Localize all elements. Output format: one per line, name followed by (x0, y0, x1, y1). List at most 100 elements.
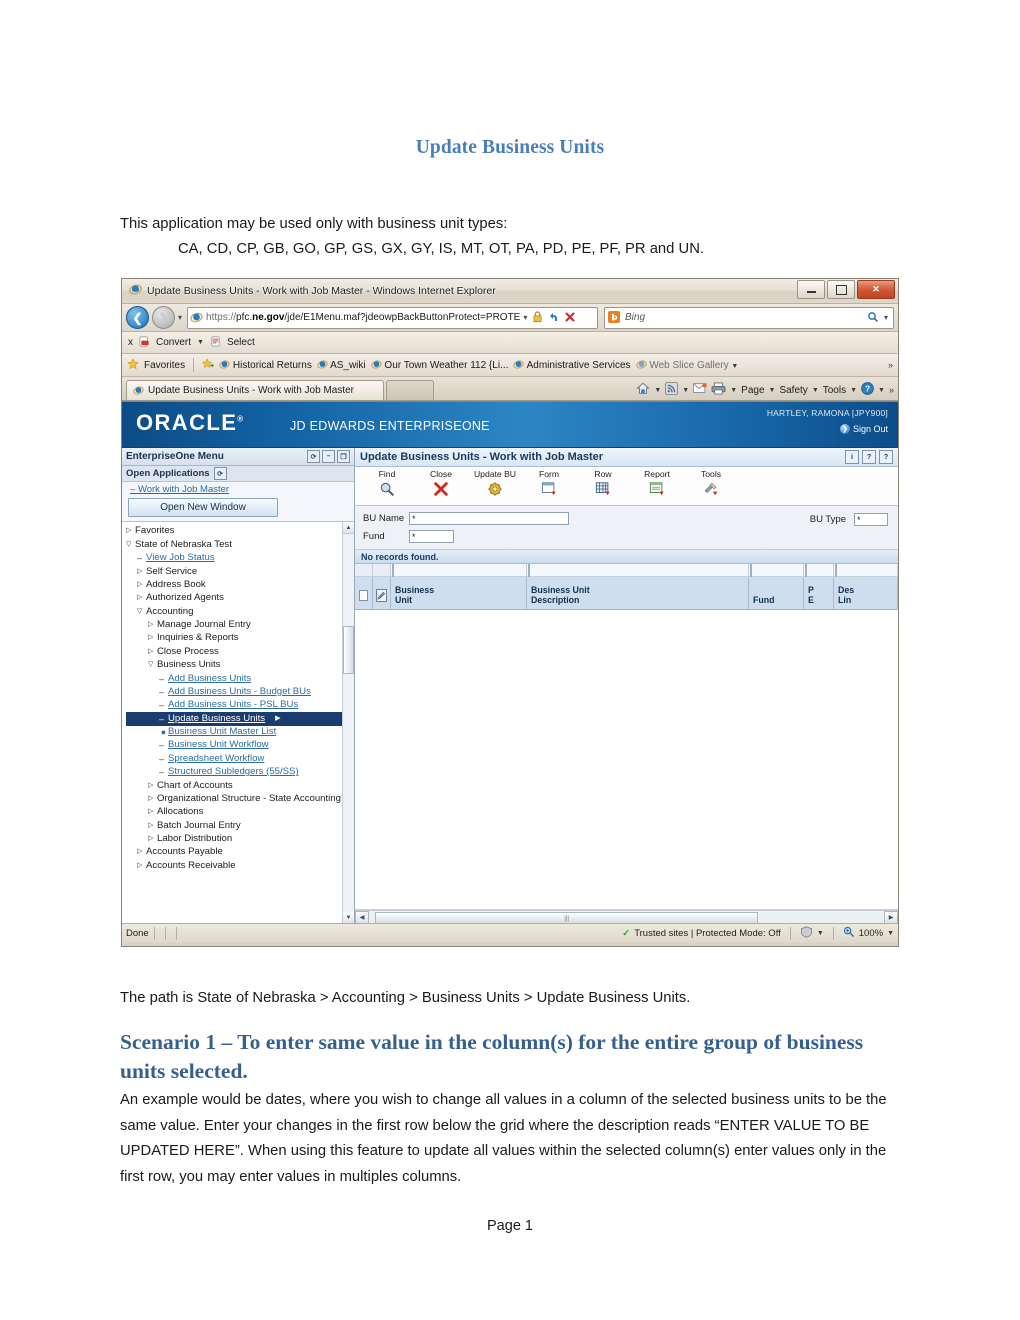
menu-tree-item[interactable]: ▷ Labor Distribution (126, 833, 354, 846)
select-all-checkbox[interactable] (355, 577, 373, 609)
menu-tree-item[interactable]: – Spreadsheet Workflow (126, 752, 354, 765)
add-to-favorites-icon[interactable] (202, 357, 215, 373)
zoom-icon[interactable] (843, 926, 855, 941)
context-help-icon[interactable]: ? (879, 450, 893, 464)
stop-loading-icon[interactable] (564, 311, 577, 324)
toolbar-close-icon[interactable]: x (128, 337, 133, 348)
submenu-arrow-icon[interactable]: ▶ (275, 713, 280, 726)
menu-tree-item[interactable]: ▷ Authorized Agents (126, 592, 354, 605)
search-icon[interactable] (867, 311, 880, 324)
search-box[interactable]: Bing ▾ (604, 306, 894, 329)
home-icon[interactable] (636, 382, 651, 398)
menu-minimize-icon[interactable]: – (322, 450, 335, 463)
address-dropdown-icon[interactable]: ▾ (523, 313, 527, 322)
open-new-window-button[interactable]: Open New Window (128, 498, 278, 517)
scrollbar-thumb[interactable] (343, 626, 354, 674)
column-header-pe[interactable]: P E (804, 577, 834, 609)
bu-type-input[interactable]: * (854, 513, 888, 526)
help-icon[interactable]: ? (861, 382, 874, 398)
forward-button[interactable]: ❯ (152, 306, 175, 329)
menu-tree-item[interactable]: ▽ Accounting (126, 605, 354, 618)
tools-menu-button[interactable]: Tools (685, 469, 737, 497)
menu-tree-item[interactable]: ▷ Inquiries & Reports (126, 632, 354, 645)
grid-scroll-track[interactable]: ||| (369, 912, 884, 923)
print-chevron-icon[interactable]: ▼ (730, 387, 737, 394)
browser-tab[interactable]: Update Business Units - Work with Job Ma… (126, 380, 384, 400)
qbe-business-unit-input[interactable] (392, 564, 394, 577)
mail-icon[interactable] (693, 383, 707, 397)
form-menu-button[interactable]: Form (523, 469, 575, 497)
menu-tree-item[interactable]: ● Business Unit Master List (126, 726, 354, 739)
compatibility-view-icon[interactable] (548, 311, 561, 324)
back-button[interactable]: ❮ (126, 306, 149, 329)
info-icon[interactable]: i (845, 450, 859, 464)
help-icon[interactable]: ? (862, 450, 876, 464)
select-label[interactable]: Select (227, 337, 255, 348)
update-bu-button[interactable]: Update BU (469, 469, 521, 497)
column-header-desc-line[interactable]: Des Lin (834, 577, 898, 609)
grid-scroll-left-icon[interactable]: ◀ (355, 911, 369, 923)
menu-tree-item[interactable]: ▷ Allocations (126, 806, 354, 819)
menu-refresh-icon[interactable]: ⟳ (307, 450, 320, 463)
menu-tree-item[interactable]: – Business Unit Workflow (126, 739, 354, 752)
menu-tree-item[interactable]: ▷ Favorites (126, 525, 354, 538)
menu-tree-item[interactable]: – Add Business Units (126, 672, 354, 685)
web-slice-gallery-item[interactable]: Web Slice Gallery ▼ (635, 359, 738, 371)
favorite-item[interactable]: Historical Returns (219, 359, 312, 371)
qbe-desc-line-input[interactable] (835, 564, 837, 577)
safety-chevron-icon[interactable]: ▼ (812, 387, 819, 394)
convert-chevron-icon[interactable]: ▼ (197, 339, 204, 346)
menu-tree-item[interactable]: ▷ Chart of Accounts (126, 779, 354, 792)
menu-tree-item[interactable]: ▷ Close Process (126, 645, 354, 658)
grid-scroll-right-icon[interactable]: ▶ (884, 911, 898, 923)
edit-pencil-icon[interactable] (373, 577, 391, 609)
menu-tree-item[interactable]: ▷ Address Book (126, 579, 354, 592)
menu-tree-item[interactable]: – Add Business Units - Budget BUs (126, 686, 354, 699)
minimize-button[interactable] (797, 280, 825, 299)
tools-menu[interactable]: Tools (823, 385, 846, 396)
recent-pages-chevron-icon[interactable]: ▾ (178, 313, 182, 322)
rss-chevron-icon[interactable]: ▼ (682, 387, 689, 394)
open-application-item[interactable]: – Work with Job Master (122, 482, 354, 496)
maximize-button[interactable] (827, 280, 855, 299)
qbe-fund-input[interactable] (750, 564, 752, 577)
close-button[interactable]: Close (415, 469, 467, 497)
home-chevron-icon[interactable]: ▼ (654, 387, 661, 394)
qbe-description-input[interactable] (528, 564, 530, 577)
favorites-overflow-icon[interactable]: » (888, 360, 893, 370)
menu-tree-item[interactable]: – Add Business Units - PSL BUs (126, 699, 354, 712)
column-header-description[interactable]: Business Unit Description (527, 577, 749, 609)
command-overflow-icon[interactable]: » (889, 385, 894, 395)
menu-tree-item[interactable]: ▷ Accounts Payable (126, 846, 354, 859)
print-icon[interactable] (711, 382, 726, 398)
rss-feeds-icon[interactable] (665, 382, 679, 398)
new-tab-button[interactable] (386, 380, 434, 400)
protected-mode-chevron-icon[interactable]: ▼ (817, 930, 824, 937)
help-chevron-icon[interactable]: ▼ (878, 387, 885, 394)
protected-mode-icon[interactable] (800, 926, 813, 941)
close-window-button[interactable]: ✕ (857, 280, 895, 299)
column-header-business-unit[interactable]: Business Unit (391, 577, 527, 609)
favorite-item[interactable]: AS_wiki (317, 359, 366, 371)
column-header-fund[interactable]: Fund (749, 577, 804, 609)
search-provider-chevron-icon[interactable]: ▾ (884, 313, 888, 322)
menu-tree-item[interactable]: – Update Business Units ▶ (126, 712, 354, 726)
menu-maximize-icon[interactable]: ❐ (337, 450, 350, 463)
scroll-down-icon[interactable]: ▼ (343, 912, 354, 923)
menu-tree-item[interactable]: – View Job Status (126, 552, 354, 565)
scroll-up-icon[interactable]: ▲ (343, 522, 354, 534)
menu-tree-item[interactable]: ▷ Batch Journal Entry (126, 819, 354, 832)
grid-horizontal-scrollbar[interactable]: ◀ ||| ▶ (355, 910, 898, 923)
menu-tree-item[interactable]: ▷ Self Service (126, 565, 354, 578)
qbe-pe-input[interactable] (805, 564, 807, 577)
fund-input[interactable]: * (409, 530, 454, 543)
menu-tree-item[interactable]: ▷ Manage Journal Entry (126, 619, 354, 632)
open-applications-refresh-icon[interactable]: ⟳ (213, 467, 227, 480)
report-menu-button[interactable]: Report (631, 469, 683, 497)
address-bar[interactable]: https://pfc.ne.gov/jde/E1Menu.maf?jdeowp… (187, 306, 599, 329)
zoom-chevron-icon[interactable]: ▼ (887, 930, 894, 937)
safety-menu[interactable]: Safety (779, 385, 807, 396)
favorite-item[interactable]: Our Town Weather 112 {Li... (370, 359, 508, 371)
menu-tree-item[interactable]: – Structured Subledgers (55/SS) (126, 766, 354, 779)
convert-label[interactable]: Convert (156, 337, 191, 348)
